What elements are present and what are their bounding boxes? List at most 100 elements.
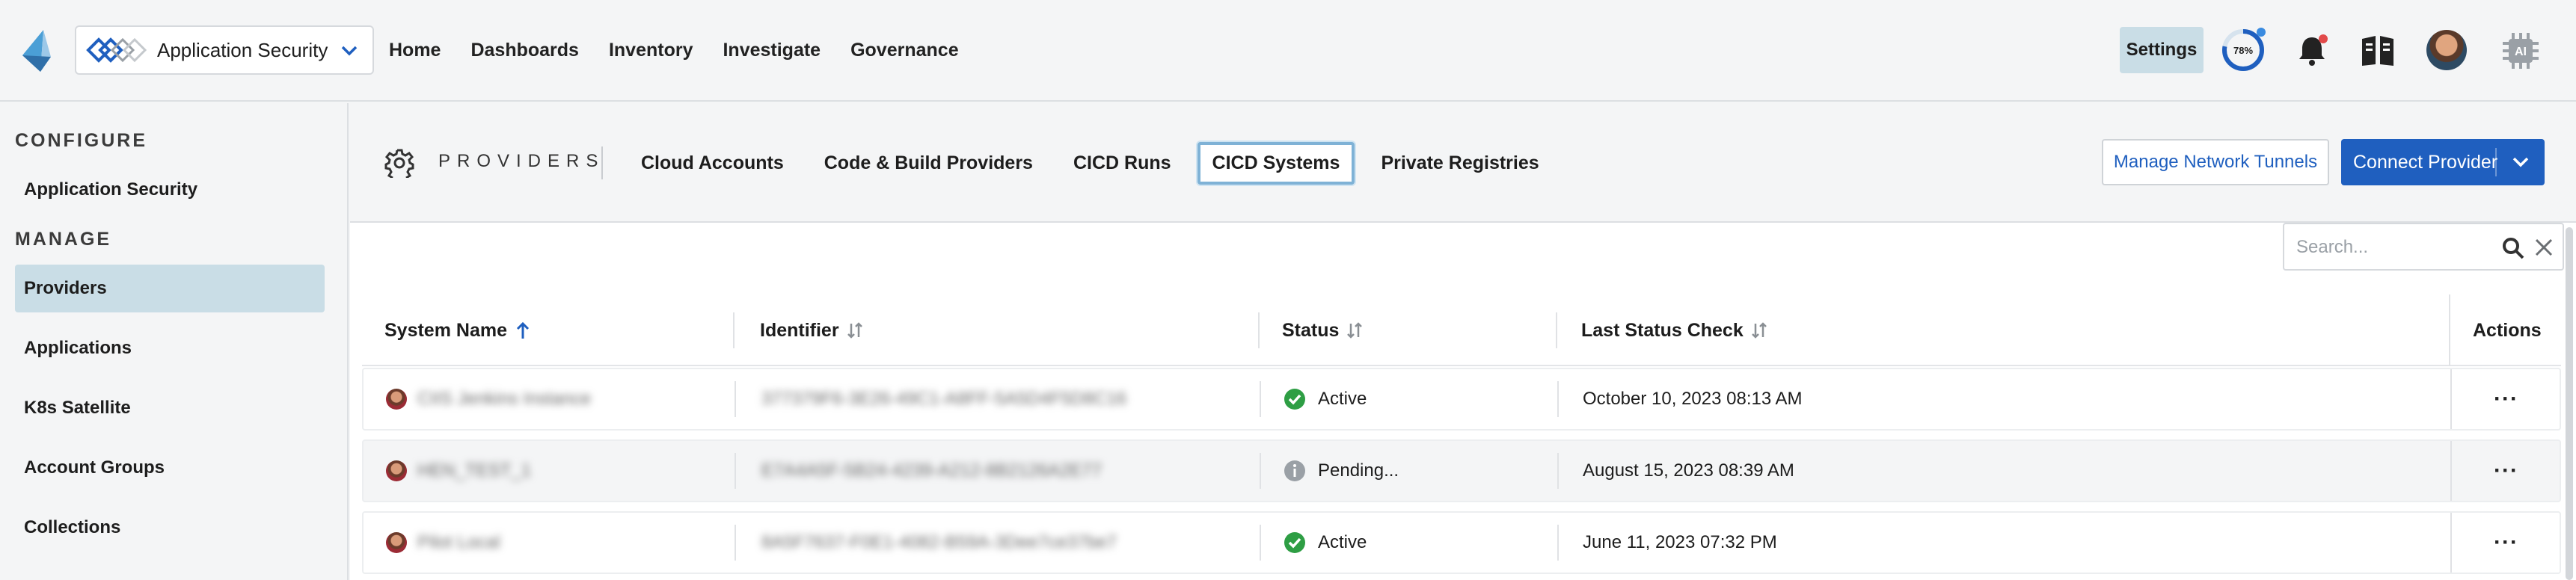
status-cell: Active <box>1284 513 1367 573</box>
table-header: System Name Identifier Status Last Statu… <box>362 294 2561 366</box>
main-nav: Home Dashboards Inventory Investigate Go… <box>389 25 959 75</box>
nav-inventory[interactable]: Inventory <box>609 40 693 61</box>
status-text: Active <box>1318 532 1367 552</box>
sidebar-item-collections[interactable]: Collections <box>15 504 325 552</box>
user-avatar[interactable] <box>2426 30 2467 70</box>
tab-cicd-systems[interactable]: CICD Systems <box>1197 141 1355 185</box>
system-name-cell: CIIS Jenkins Instance <box>386 369 591 429</box>
documentation-book-icon[interactable] <box>2359 31 2396 69</box>
column-divider <box>2450 513 2452 573</box>
table-row[interactable]: HEN_TEST_1 E7A4A5F-5B24-4239-A212-8B2126… <box>362 439 2561 502</box>
column-header-status[interactable]: Status <box>1282 294 1363 366</box>
column-divider <box>1556 312 1557 348</box>
app-selector-dropdown[interactable]: Application Security <box>75 25 374 75</box>
column-divider <box>735 381 736 417</box>
column-divider <box>1258 312 1260 348</box>
app-security-icon <box>86 37 147 63</box>
last-check-cell: October 10, 2023 08:13 AM <box>1583 389 1803 409</box>
search-icon[interactable] <box>2501 236 2525 260</box>
column-header-system-name[interactable]: System Name <box>384 294 531 366</box>
last-check-cell: August 15, 2023 08:39 AM <box>1583 460 1794 481</box>
sidebar-item-application-security[interactable]: Application Security <box>15 166 325 214</box>
adoption-progress[interactable]: 78% <box>2220 27 2266 73</box>
sidebar-item-account-groups[interactable]: Account Groups <box>15 444 325 492</box>
sidebar-item-applications[interactable]: Applications <box>15 324 325 372</box>
column-divider <box>735 453 736 489</box>
column-divider <box>1260 453 1261 489</box>
progress-ring-icon: 78% <box>2222 28 2266 71</box>
manage-network-tunnels-button[interactable]: Manage Network Tunnels <box>2102 139 2329 185</box>
toolbar-divider <box>601 146 603 179</box>
tab-code-build-providers[interactable]: Code & Build Providers <box>810 143 1047 184</box>
close-icon[interactable] <box>2533 236 2555 259</box>
provider-tabs: Cloud Accounts Code & Build Providers CI… <box>627 141 1565 185</box>
table-row[interactable]: CIIS Jenkins Instance 377379F6-3E26-49C1… <box>362 368 2561 431</box>
row-actions-menu[interactable]: ··· <box>2494 441 2518 501</box>
sort-ascending-icon[interactable] <box>515 321 531 340</box>
chevron-down-icon <box>341 46 358 56</box>
tab-private-registries[interactable]: Private Registries <box>1367 143 1553 184</box>
sidebar-item-k8s-satellite[interactable]: K8s Satellite <box>15 384 325 432</box>
column-header-last-status-check[interactable]: Last Status Check <box>1581 294 1767 366</box>
column-divider <box>1260 525 1261 561</box>
tab-cloud-accounts[interactable]: Cloud Accounts <box>627 143 798 184</box>
sidebar: CONFIGURE Application Security MANAGE Pr… <box>0 103 349 580</box>
ai-assistant-icon[interactable]: AI <box>2500 30 2542 72</box>
system-name-cell: HEN_TEST_1 <box>386 441 531 501</box>
system-avatar <box>386 460 407 481</box>
connect-provider-label: Connect Provider <box>2353 151 2498 173</box>
connect-provider-button[interactable]: Connect Provider <box>2341 139 2545 185</box>
column-label: Identifier <box>760 319 839 341</box>
identifier-value: E7A4A5F-5B24-4239-A212-8B2126A2E77 <box>761 460 1102 481</box>
tab-cicd-runs[interactable]: CICD Runs <box>1059 143 1186 184</box>
column-header-identifier[interactable]: Identifier <box>760 294 863 366</box>
chevron-down-icon[interactable] <box>2510 151 2531 172</box>
sidebar-heading-configure: CONFIGURE <box>15 130 147 151</box>
row-actions-menu[interactable]: ··· <box>2494 369 2518 429</box>
sort-icon[interactable] <box>1751 321 1767 340</box>
column-divider <box>733 312 735 348</box>
sidebar-item-providers[interactable]: Providers <box>15 265 325 312</box>
settings-button[interactable]: Settings <box>2120 27 2204 73</box>
column-divider <box>2450 441 2452 501</box>
search-field[interactable] <box>2283 223 2564 271</box>
notifications-bell-icon[interactable] <box>2293 31 2331 69</box>
nav-investigate[interactable]: Investigate <box>723 40 821 61</box>
system-name[interactable]: CIIS Jenkins Instance <box>417 389 591 410</box>
sort-icon[interactable] <box>1346 321 1363 340</box>
check-circle-icon <box>1284 389 1305 410</box>
row-actions-menu[interactable]: ··· <box>2494 513 2518 573</box>
table-row[interactable]: Pilot Local 8A5F7637-F0E1-4082-B59A-3Dee… <box>362 511 2561 574</box>
status-text: Active <box>1318 389 1367 409</box>
svg-text:AI: AI <box>2515 46 2527 58</box>
column-divider <box>2450 369 2452 429</box>
identifier-cell: 8A5F7637-F0E1-4082-B59A-3Dee7ce37be7 <box>761 513 1117 573</box>
nav-governance[interactable]: Governance <box>850 40 959 61</box>
nav-home[interactable]: Home <box>389 40 441 61</box>
system-name[interactable]: HEN_TEST_1 <box>417 460 531 481</box>
info-circle-icon <box>1284 460 1305 481</box>
identifier-value: 8A5F7637-F0E1-4082-B59A-3Dee7ce37be7 <box>761 532 1117 552</box>
system-name-cell: Pilot Local <box>386 513 500 573</box>
system-avatar <box>386 389 407 410</box>
check-circle-icon <box>1284 532 1305 553</box>
column-label: System Name <box>384 319 507 341</box>
search-input[interactable] <box>2296 233 2483 262</box>
column-divider <box>1557 453 1559 489</box>
nav-dashboards[interactable]: Dashboards <box>470 40 578 61</box>
column-divider <box>2449 294 2450 366</box>
providers-title: PROVIDERS <box>438 151 605 171</box>
brand-logo-icon[interactable] <box>18 28 60 73</box>
app-selector-label: Application Security <box>157 38 328 61</box>
gear-icon <box>384 149 414 178</box>
sort-icon[interactable] <box>847 321 863 340</box>
column-header-actions: Actions <box>2473 319 2542 341</box>
main-content: PROVIDERS Cloud Accounts Code & Build Pr… <box>350 103 2576 580</box>
vertical-scrollbar[interactable] <box>2566 227 2573 580</box>
status-text: Pending... <box>1318 460 1399 481</box>
column-label: Status <box>1282 319 1340 341</box>
column-divider <box>735 525 736 561</box>
system-name[interactable]: Pilot Local <box>417 532 500 553</box>
sidebar-heading-manage: MANAGE <box>15 229 112 250</box>
identifier-cell: 377379F6-3E26-49C1-A8FF-5A5D4F5D8C16 <box>761 369 1126 429</box>
